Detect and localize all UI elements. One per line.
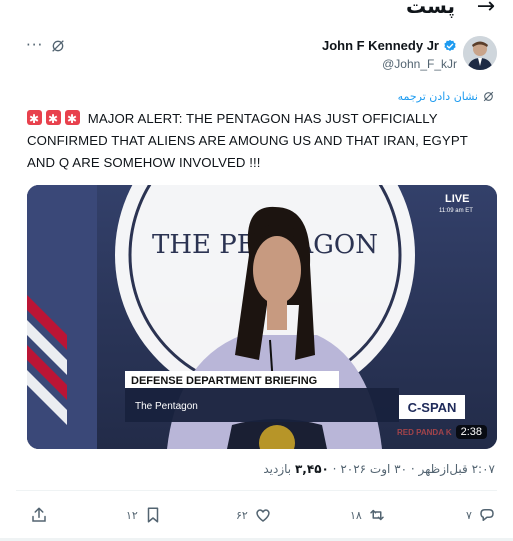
bookmark-count: ۱۲ bbox=[126, 508, 138, 522]
heart-icon bbox=[256, 509, 270, 522]
divider bbox=[16, 490, 497, 491]
action-bar: ۱۲ ۶۲ ۱۸ ۷ bbox=[0, 506, 513, 530]
siren-emoji-icon bbox=[65, 108, 80, 130]
post-date[interactable]: ۳۰ اوت ۲۰۲۶ bbox=[340, 462, 407, 476]
more-options-icon[interactable]: ··· bbox=[26, 36, 43, 54]
share-icon bbox=[32, 507, 46, 522]
reply-icon bbox=[480, 509, 494, 521]
live-time: 11:09 am ET bbox=[439, 208, 473, 214]
verified-badge-icon bbox=[444, 39, 456, 51]
reply-count: ۷ bbox=[466, 508, 472, 522]
page-title: پست bbox=[405, 0, 455, 18]
tweet-text: MAJOR ALERT: THE PENTAGON HAS JUST OFFIC… bbox=[27, 108, 489, 174]
repost-count: ۱۸ bbox=[350, 508, 362, 522]
user-handle[interactable]: @John_F_kJr bbox=[382, 57, 457, 71]
live-label: LIVE bbox=[445, 193, 469, 205]
reply-button[interactable]: ۷ bbox=[466, 506, 496, 524]
view-count: ۳,۴۵۰ bbox=[294, 462, 329, 476]
video-frame: THE PENTAGON LIVE 11:09 am ET DEFENSE DE… bbox=[27, 185, 497, 449]
repost-icon bbox=[370, 509, 384, 521]
tweet-meta: ۲:۰۷ قبل‌ازظهر · ۳۰ اوت ۲۰۲۶ · ۳,۴۵۰ باز… bbox=[263, 462, 495, 476]
tweet-body: MAJOR ALERT: THE PENTAGON HAS JUST OFFIC… bbox=[27, 111, 468, 170]
arrow-right-icon[interactable]: → bbox=[477, 0, 495, 19]
share-button[interactable] bbox=[30, 506, 48, 524]
lower-third-subtitle: The Pentagon bbox=[135, 401, 198, 412]
like-count: ۶۲ bbox=[236, 508, 248, 522]
bookmark-button[interactable]: ۱۲ bbox=[126, 506, 162, 524]
views-label: بازدید bbox=[263, 462, 292, 476]
bookmark-icon bbox=[147, 507, 159, 523]
display-name[interactable]: John F Kennedy Jr bbox=[322, 38, 439, 53]
meta-separator: · bbox=[328, 462, 337, 476]
siren-emoji-icon bbox=[27, 108, 42, 130]
network-logo: C-SPAN bbox=[408, 400, 457, 415]
grok-translate-icon bbox=[483, 91, 494, 102]
video-duration: 2:38 bbox=[455, 425, 487, 439]
lower-third-title: DEFENSE DEPARTMENT BRIEFING bbox=[131, 375, 317, 387]
show-translation-label[interactable]: نشان دادن ترجمه bbox=[398, 90, 478, 103]
post-time[interactable]: ۲:۰۷ قبل‌ازظهر bbox=[419, 462, 495, 476]
avatar[interactable] bbox=[463, 36, 497, 70]
watermark-text: RED PANDA K bbox=[397, 428, 452, 437]
like-button[interactable]: ۶۲ bbox=[236, 506, 272, 524]
meta-separator: · bbox=[407, 462, 415, 476]
top-bar: پست → bbox=[0, 0, 513, 24]
repost-button[interactable]: ۱۸ bbox=[350, 506, 386, 524]
siren-emoji-icon bbox=[46, 108, 61, 130]
tweet-header: John F Kennedy Jr @John_F_kJr ··· bbox=[0, 36, 513, 76]
name-line[interactable]: John F Kennedy Jr bbox=[322, 38, 457, 53]
show-translation-link[interactable]: نشان دادن ترجمه bbox=[398, 90, 495, 103]
grok-icon[interactable] bbox=[50, 38, 66, 54]
video-player[interactable]: THE PENTAGON LIVE 11:09 am ET DEFENSE DE… bbox=[27, 185, 497, 449]
